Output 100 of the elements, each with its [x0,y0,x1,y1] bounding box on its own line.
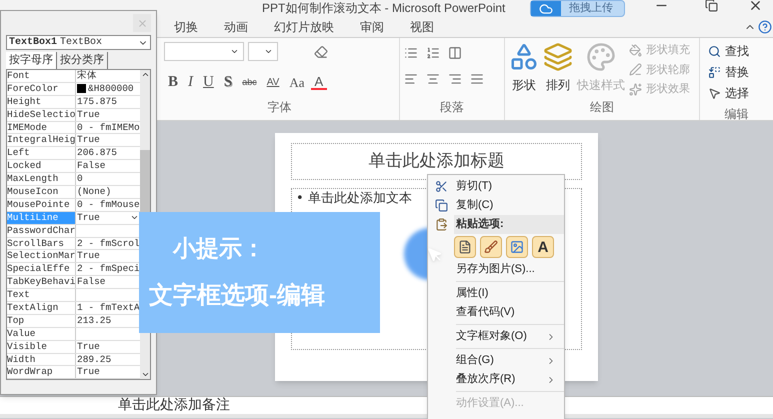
ribbon-button[interactable]: 替换 [708,63,765,81]
columns-icon[interactable] [448,46,462,60]
restore-icon[interactable] [705,0,718,12]
paste-option-button[interactable] [480,236,502,258]
menu-item[interactable]: 组合(G) [428,351,564,370]
format-button[interactable]: I [184,71,198,94]
menu-item[interactable]: 文字框对象(O) [428,327,564,346]
paste-option-button[interactable]: A [532,236,554,258]
property-name[interactable]: WordWrap [7,366,76,378]
property-value[interactable]: 0 - fmMouse [77,198,140,211]
property-value[interactable]: False [77,276,106,288]
property-value[interactable]: 206.875 [77,147,117,160]
ribbon-button[interactable]: 排列 [543,42,573,98]
format-button[interactable]: abc [238,76,261,89]
property-value[interactable]: True [77,134,100,146]
format-button[interactable]: S [220,71,236,94]
ribbon-button[interactable]: 选择 [708,84,765,102]
format-button[interactable]: Aa [285,72,308,92]
property-value[interactable]: 2 - fmScrol [77,238,140,250]
menu-item[interactable]: 剪切(T) [428,177,564,196]
property-value[interactable]: &H800000 [88,82,134,95]
font-name-field[interactable] [164,42,244,61]
property-value[interactable]: 1 - fmTextA [77,302,140,314]
format-button[interactable]: B [164,71,182,94]
property-value[interactable]: 0 - fmIMEMo [77,122,140,134]
ribbon-tab[interactable]: 动画 [222,18,250,36]
property-name[interactable]: Locked [7,160,76,172]
property-name[interactable]: Text [7,289,76,302]
close-icon[interactable] [748,0,763,13]
properties-tab[interactable]: 按分类序 [57,52,108,69]
format-button[interactable]: AV [262,74,284,90]
menu-item[interactable]: 叠放次序(R) [428,370,564,389]
ribbon-tab[interactable]: 视图 [408,18,436,36]
group-label: 字体 [266,99,292,116]
property-name[interactable]: Font [7,70,76,82]
help-icon[interactable] [758,20,772,34]
font-size-field[interactable] [248,42,278,61]
ribbon-tab[interactable]: 切换 [172,18,200,36]
align-center-icon[interactable] [426,72,440,86]
property-name[interactable]: SelectionMar [7,250,76,262]
property-name[interactable]: TextAlign [7,302,76,314]
property-value[interactable]: 2 - fmSpeci [77,263,140,276]
paste-option-button[interactable] [506,236,528,258]
group-label: 绘图 [589,99,615,116]
group-label: 编辑 [724,106,750,123]
format-button[interactable]: A [310,74,328,90]
property-value[interactable]: 宋体 [77,70,97,82]
justify-icon[interactable] [470,72,484,86]
property-name[interactable]: Left [7,147,76,160]
property-name[interactable]: MousePointe [7,198,76,211]
property-value[interactable]: 289.25 [77,354,112,366]
property-value[interactable]: (None) [77,186,112,198]
property-value[interactable]: True [77,366,100,378]
property-value[interactable]: True [77,108,100,121]
scroll-up-icon[interactable] [140,70,150,79]
pointer-icon [708,86,721,100]
menu-item[interactable]: 属性(I) [428,284,564,303]
property-name[interactable]: ForeColor [7,82,76,95]
property-name[interactable]: MaxLength [7,173,76,186]
object-dropdown[interactable]: TextBox1 TextBox [6,35,151,50]
numbering-icon[interactable] [426,46,440,60]
ribbon-tab[interactable]: 审阅 [358,18,386,36]
property-value[interactable]: True [77,212,100,224]
properties-tab[interactable]: 按字母序 [6,52,57,69]
menu-item[interactable]: 复制(C) [428,196,564,215]
bullets-icon[interactable] [404,46,418,60]
menu-item[interactable]: 查看代码(V) [428,303,564,322]
tip-text: 文字框选项-编辑 [149,280,326,311]
copy-icon [434,199,448,212]
property-value[interactable]: False [77,160,106,172]
paste-option-button[interactable] [454,236,476,258]
align-right-icon[interactable] [448,72,462,86]
menu-item[interactable]: 另存为图片(S)... [428,260,564,279]
clipboard-icon [434,218,448,231]
format-button[interactable]: U [199,71,218,94]
property-value[interactable]: 213.25 [77,314,112,327]
ribbon-button[interactable]: 形状 [509,42,539,98]
property-value[interactable]: 175.875 [77,96,117,108]
property-name[interactable]: IntegralHeig [7,134,76,146]
property-name[interactable]: MouseIcon [7,186,76,198]
property-name[interactable]: TabKeyBehavi [7,276,76,288]
property-name[interactable]: ScrollBars [7,238,76,250]
ribbon-tab[interactable]: 幻灯片放映 [272,18,336,36]
property-name[interactable]: PasswordChar [7,224,76,237]
property-name[interactable]: Visible [7,340,76,353]
ribbon-button[interactable]: 查找 [708,42,765,60]
property-name[interactable]: Width [7,354,76,366]
property-name[interactable]: Value [7,328,76,340]
property-name[interactable]: IMEMode [7,122,76,134]
property-value[interactable]: True [77,340,100,353]
property-name[interactable]: Height [7,96,76,108]
property-value[interactable]: True [77,250,100,262]
property-name[interactable]: Top [7,314,76,327]
property-value[interactable]: 0 [77,173,83,186]
property-name[interactable]: SpecialEffe [7,263,76,276]
dropdown-icon [230,47,239,56]
align-left-icon[interactable] [404,72,418,86]
property-name[interactable]: HideSelectio [7,108,76,121]
clear-format-icon[interactable] [314,44,328,58]
upload-button[interactable]: 拖拽上传 [530,0,625,17]
